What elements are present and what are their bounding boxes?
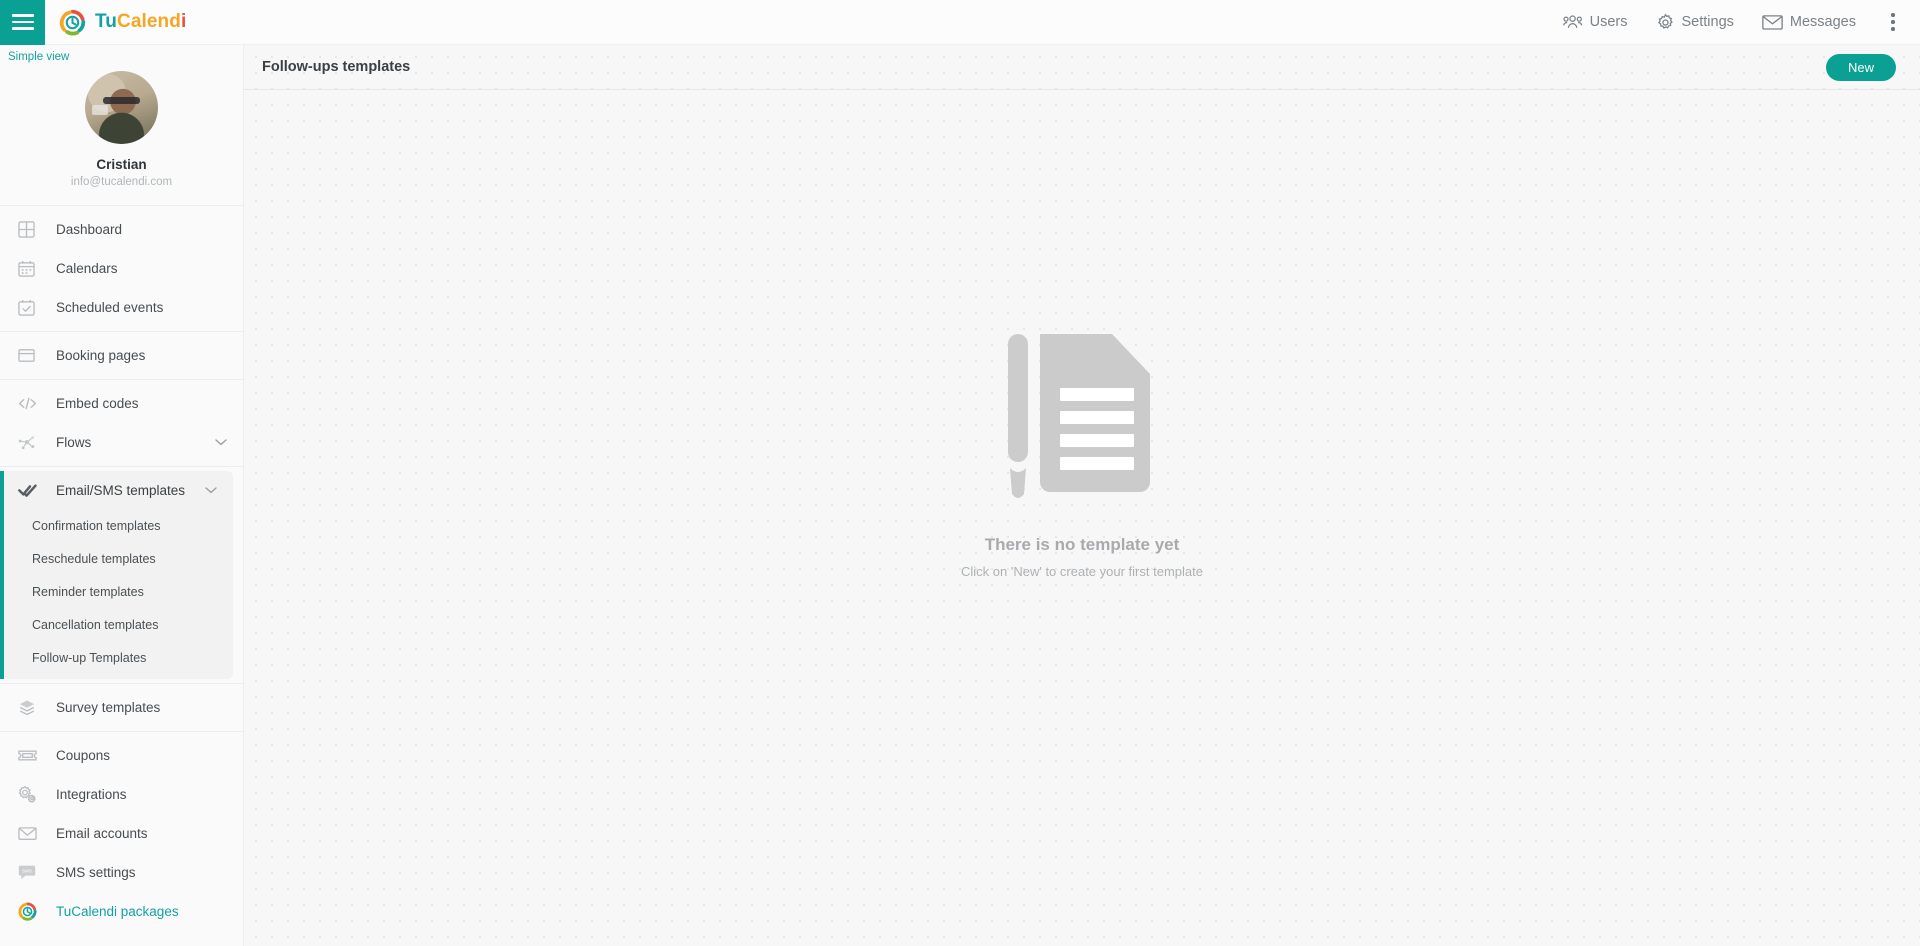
chevron-down-icon <box>215 438 227 446</box>
profile-email: info@tucalendi.com <box>70 175 173 188</box>
brand-logo[interactable]: TuCalendi <box>59 9 186 36</box>
messages-button[interactable]: Messages <box>1748 0 1870 44</box>
window-icon <box>18 347 44 364</box>
tucalendi-logo-icon <box>18 902 44 921</box>
brand-name-tu: Tu <box>95 11 118 32</box>
envelope-icon <box>18 826 44 841</box>
top-bar: TuCalendi Users Settings Messages <box>0 0 1920 45</box>
new-button[interactable]: New <box>1825 53 1896 81</box>
sidebar-group-main: Dashboard Calendars Scheduled events <box>0 204 243 331</box>
sidebar-item-embed-codes[interactable]: Embed codes <box>0 384 243 423</box>
double-check-icon <box>18 483 44 498</box>
sidebar-item-label: Survey templates <box>56 699 161 715</box>
sidebar-group-email-sms-expanded: Email/SMS templates Confirmation templat… <box>0 470 233 679</box>
sidebar-item-label: TuCalendi packages <box>56 903 179 919</box>
sidebar-item-calendars[interactable]: Calendars <box>0 249 243 288</box>
sidebar-item-label: Integrations <box>56 786 127 802</box>
hamburger-menu-button[interactable] <box>0 0 45 45</box>
sidebar-group-booking: Booking pages <box>0 330 243 379</box>
brand-name-i: i <box>180 11 187 32</box>
gear-icon <box>1657 13 1673 29</box>
empty-state-title: There is no template yet <box>984 534 1180 554</box>
simple-view-link[interactable]: Simple view <box>0 45 243 63</box>
messages-label: Messages <box>1789 14 1856 30</box>
sidebar-group-tools: Embed codes Flows <box>0 378 243 466</box>
tucalendi-logo-icon <box>59 9 86 35</box>
sidebar-group-surveys: Survey templates <box>0 682 243 731</box>
calendar-check-icon <box>18 299 44 316</box>
chevron-down-icon <box>205 486 217 494</box>
sidebar-subitem-cancellation-templates[interactable]: Cancellation templates <box>4 609 233 642</box>
sidebar-item-email-sms-templates[interactable]: Email/SMS templates <box>4 471 233 510</box>
calendar-icon <box>18 260 44 277</box>
users-button[interactable]: Users <box>1549 0 1642 44</box>
sidebar-item-tucalendi-packages[interactable]: TuCalendi packages <box>0 892 243 931</box>
sidebar-item-email-accounts[interactable]: Email accounts <box>0 814 243 853</box>
sidebar-item-booking-pages[interactable]: Booking pages <box>0 336 243 375</box>
dashboard-grid-icon <box>18 221 44 238</box>
flow-nodes-icon <box>18 434 44 451</box>
kebab-menu-icon[interactable] <box>1876 0 1910 44</box>
sidebar: Simple view Cristian info@tucalendi.com … <box>0 45 244 946</box>
sidebar-item-label: Coupons <box>56 747 111 763</box>
sidebar-item-label: SMS settings <box>56 864 136 880</box>
empty-state-subtitle: Click on 'New' to create your first temp… <box>961 563 1203 579</box>
empty-state: There is no template yet Click on 'New' … <box>244 90 1920 946</box>
code-icon <box>18 395 44 412</box>
main-content: Follow-ups templates New There is no tem… <box>244 45 1920 946</box>
sidebar-item-coupons[interactable]: Coupons <box>0 736 243 775</box>
layers-icon <box>18 699 44 716</box>
sidebar-item-survey-templates[interactable]: Survey templates <box>0 688 243 727</box>
sidebar-item-scheduled-events[interactable]: Scheduled events <box>0 288 243 327</box>
sidebar-subitem-reminder-templates[interactable]: Reminder templates <box>4 576 233 609</box>
page-header: Follow-ups templates New <box>244 45 1920 90</box>
sidebar-group-email-sms: Email/SMS templates Confirmation templat… <box>0 465 243 683</box>
sidebar-subitem-confirmation-templates[interactable]: Confirmation templates <box>4 510 233 543</box>
sidebar-item-label: Scheduled events <box>56 299 164 315</box>
ticket-icon <box>18 748 44 763</box>
sidebar-item-sms-settings[interactable]: SMS SMS settings <box>0 853 243 892</box>
sidebar-item-label: Email accounts <box>56 825 148 841</box>
sms-bubble-icon: SMS <box>18 864 44 881</box>
brand-name-calend: Calend <box>117 11 181 32</box>
envelope-icon <box>1762 15 1783 30</box>
app-body: Simple view Cristian info@tucalendi.com … <box>0 45 1920 946</box>
users-label: Users <box>1589 14 1628 30</box>
top-bar-actions: Users Settings Messages <box>1549 0 1920 44</box>
avatar[interactable] <box>85 71 158 144</box>
sidebar-subitem-follow-up-templates[interactable]: Follow-up Templates <box>4 642 233 675</box>
sidebar-group-settings: Coupons Integrations Email accounts SMS … <box>0 730 243 935</box>
sidebar-item-flows[interactable]: Flows <box>0 423 243 462</box>
brand-name: TuCalendi <box>95 11 186 33</box>
settings-label: Settings <box>1681 14 1734 30</box>
users-icon <box>1562 15 1582 28</box>
sidebar-item-integrations[interactable]: Integrations <box>0 775 243 814</box>
document-with-pencil-icon <box>994 328 1170 509</box>
gears-icon <box>18 785 44 804</box>
hamburger-icon <box>11 14 34 30</box>
profile-name: Cristian <box>96 157 147 172</box>
sidebar-item-label: Embed codes <box>56 395 139 411</box>
sidebar-profile: Cristian info@tucalendi.com <box>0 63 243 205</box>
sidebar-item-label: Booking pages <box>56 347 146 363</box>
settings-button[interactable]: Settings <box>1642 0 1748 44</box>
svg-text:SMS: SMS <box>22 868 32 873</box>
sidebar-item-label: Dashboard <box>56 221 123 237</box>
page-title: Follow-ups templates <box>262 59 411 75</box>
sidebar-item-label: Calendars <box>56 260 118 276</box>
sidebar-item-dashboard[interactable]: Dashboard <box>0 210 243 249</box>
sidebar-item-label: Email/SMS templates <box>56 482 186 498</box>
sidebar-subitem-reschedule-templates[interactable]: Reschedule templates <box>4 543 233 576</box>
sidebar-item-label: Flows <box>56 434 92 450</box>
